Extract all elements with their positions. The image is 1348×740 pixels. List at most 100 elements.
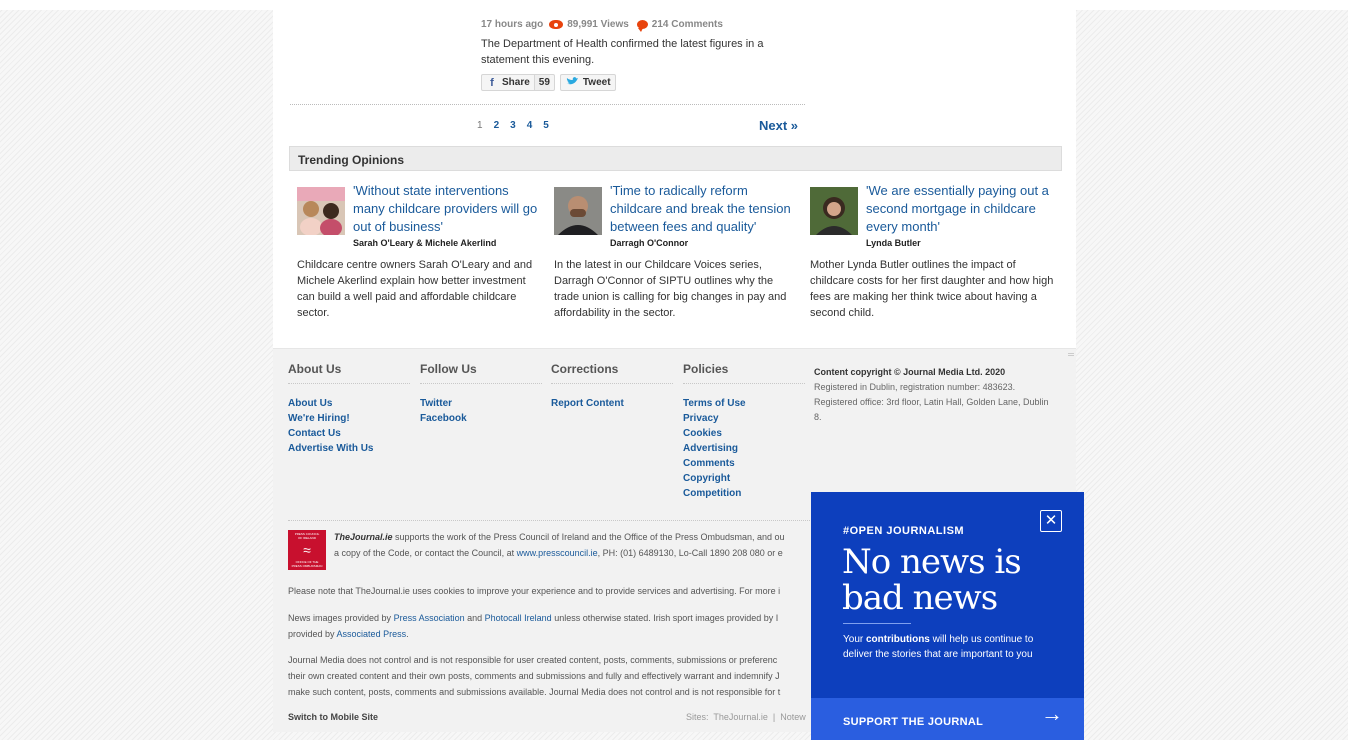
opinion-thumbnail[interactable] <box>810 187 858 235</box>
footer-link[interactable]: Facebook <box>420 411 542 426</box>
sites-separator: | <box>772 712 776 722</box>
disclaimer-line: Journal Media does not control and is no… <box>288 655 778 665</box>
twitter-bird-icon <box>565 76 579 89</box>
support-promo-panel: #OPEN JOURNALISM ✕ No news is bad news Y… <box>811 492 1084 740</box>
page-top-strip <box>0 0 1348 10</box>
share-row: f Share 59 Tweet <box>481 74 616 91</box>
scroll-handle[interactable] <box>1068 353 1074 356</box>
arrow-right-icon[interactable]: → <box>1041 703 1063 725</box>
credit-text: . <box>406 629 409 639</box>
tweet-button[interactable]: Tweet <box>559 74 616 91</box>
switch-to-mobile-link[interactable]: Switch to Mobile Site <box>288 712 378 722</box>
footer-link[interactable]: Contact Us <box>288 426 410 441</box>
credit-text: News images provided by <box>288 613 394 623</box>
footer-column-policies: Policies Terms of Use Privacy Cookies Ad… <box>683 362 805 501</box>
opinion-title[interactable]: 'Time to radically reform childcare and … <box>610 182 800 236</box>
next-page-link[interactable]: Next » <box>759 118 798 133</box>
facebook-share-button[interactable]: f Share 59 <box>481 74 555 91</box>
opinion-title[interactable]: 'We are essentially paying out a second … <box>866 182 1056 236</box>
footer-link[interactable]: Privacy <box>683 411 805 426</box>
promo-body-text: Your <box>843 634 866 645</box>
sites-label: Sites: <box>686 712 709 722</box>
share-count: 59 <box>533 75 550 90</box>
footer-link[interactable]: Comments <box>683 456 805 471</box>
footer-heading: Follow Us <box>420 362 542 384</box>
copyright-title: Content copyright © Journal Media Ltd. 2… <box>814 367 1006 377</box>
press-council-text: TheJournal.ie supports the work of the P… <box>334 529 814 561</box>
footer-heading: Policies <box>683 362 805 384</box>
facebook-icon: f <box>490 76 494 89</box>
disclaimer-line: their own created content and their own … <box>288 671 780 681</box>
footer-link[interactable]: Advertise With Us <box>288 441 410 456</box>
footer-column-about: About Us About Us We're Hiring! Contact … <box>288 362 410 456</box>
copyright-body: Registered in Dublin, registration numbe… <box>814 382 1049 422</box>
tweet-label: Tweet <box>582 77 611 88</box>
associated-press-link[interactable]: Associated Press <box>337 629 407 639</box>
press-council-link[interactable]: www.presscouncil.ie <box>517 548 598 558</box>
credit-text: provided by <box>288 629 337 639</box>
opinion-author: Darragh O'Connor <box>610 238 689 248</box>
cookies-note: Please note that TheJournal.ie uses cook… <box>288 586 781 596</box>
footer-link[interactable]: Report Content <box>551 396 673 411</box>
pagination: 1 2 3 4 5 <box>477 120 549 131</box>
press-text-line: a copy of the Code, or contact the Counc… <box>334 548 517 558</box>
press-association-link[interactable]: Press Association <box>394 613 465 623</box>
footer-heading: Corrections <box>551 362 673 384</box>
promo-tag: #OPEN JOURNALISM <box>843 525 965 537</box>
press-text-line: , PH: (01) 6489130, Lo-Call 1890 208 080… <box>597 548 783 558</box>
footer-link[interactable]: Cookies <box>683 426 805 441</box>
opinion-description: In the latest in our Childcare Voices se… <box>554 259 787 319</box>
footer-link[interactable]: About Us <box>288 396 410 411</box>
footer-link[interactable]: Competition <box>683 486 805 501</box>
opinion-author: Sarah O'Leary & Michele Akerlind <box>353 238 497 248</box>
opinion-thumbnail[interactable] <box>554 187 602 235</box>
footer-link[interactable]: Copyright <box>683 471 805 486</box>
promo-body: Your contributions will help us continue… <box>843 632 1043 662</box>
footer-heading: About Us <box>288 362 410 384</box>
share-label: Share <box>502 77 530 88</box>
disclaimer-line: make such content, posts, comments and s… <box>288 687 781 697</box>
site-link[interactable]: TheJournal.ie <box>713 712 768 722</box>
close-icon[interactable]: ✕ <box>1040 510 1062 532</box>
brand-name: TheJournal.ie <box>334 532 393 542</box>
eye-icon <box>549 20 564 29</box>
page-current: 1 <box>477 120 483 131</box>
images-credit: News images provided by Press Associatio… <box>288 610 808 642</box>
footer-column-corrections: Corrections Report Content <box>551 362 673 411</box>
opinion-thumbnail[interactable] <box>297 187 345 235</box>
comment-bubble-icon <box>636 20 648 32</box>
footer-link[interactable]: Terms of Use <box>683 396 805 411</box>
trending-heading: Trending Opinions <box>289 146 1062 171</box>
footer-link[interactable]: Twitter <box>420 396 542 411</box>
credit-text: unless otherwise stated. Irish sport ima… <box>551 613 779 623</box>
page-link[interactable]: 5 <box>543 120 549 131</box>
divider <box>290 104 805 105</box>
site-link[interactable]: Notew <box>780 712 806 722</box>
photocall-link[interactable]: Photocall Ireland <box>485 613 552 623</box>
opinion-description: Mother Lynda Butler outlines the impact … <box>810 259 1054 319</box>
promo-body-bold: contributions <box>865 634 930 645</box>
article-time: 17 hours ago <box>481 19 544 30</box>
article-excerpt: The Department of Health confirmed the l… <box>481 38 764 66</box>
footer-column-follow: Follow Us Twitter Facebook <box>420 362 542 426</box>
disclaimer: Journal Media does not control and is no… <box>288 652 808 700</box>
article-views: 89,991 Views <box>567 19 629 30</box>
sites-list: Sites: TheJournal.ie | Notew <box>686 712 806 722</box>
press-text-line: supports the work of the Press Council o… <box>392 532 785 542</box>
page-link[interactable]: 3 <box>510 120 516 131</box>
opinion-title[interactable]: 'Without state interventions many childc… <box>353 182 543 236</box>
page-link[interactable]: 4 <box>527 120 533 131</box>
promo-underline <box>843 623 911 624</box>
article-comments[interactable]: 214 Comments <box>652 19 723 30</box>
cta-label: SUPPORT THE JOURNAL <box>843 716 984 728</box>
footer-link[interactable]: We're Hiring! <box>288 411 410 426</box>
opinion-author: Lynda Butler <box>866 238 921 248</box>
promo-headline: No news is bad news <box>842 542 1022 618</box>
page-link[interactable]: 2 <box>494 120 500 131</box>
footer-link[interactable]: Advertising <box>683 441 805 456</box>
opinion-description: Childcare centre owners Sarah O'Leary an… <box>297 259 533 319</box>
copyright-notice: Content copyright © Journal Media Ltd. 2… <box>814 365 1049 425</box>
article-meta: 17 hours ago 89,991 Views 214 Comments <box>481 19 723 32</box>
credit-text: and <box>464 613 485 623</box>
press-council-logo: PRESS COUNCIL OF IRELAND ≈ OFFICE OF THE P… <box>288 530 326 570</box>
